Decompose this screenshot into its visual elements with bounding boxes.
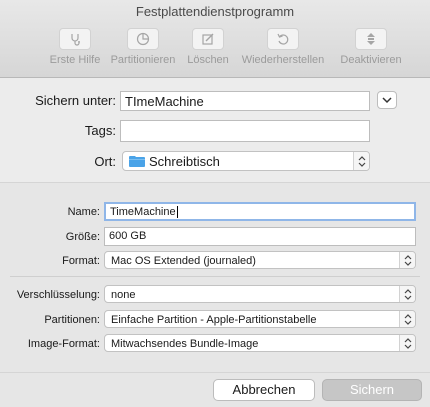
partitions-label: Partitionen: xyxy=(44,314,100,326)
toolbar-label: Wiederherstellen xyxy=(241,54,325,66)
toolbar-label: Erste Hilfe xyxy=(49,54,101,66)
toolbar-label: Partitionieren xyxy=(110,54,176,66)
save-as-value: TImeMachine xyxy=(125,94,204,109)
image-format-label: Image-Format: xyxy=(27,338,100,350)
size-value: 600 GB xyxy=(109,230,147,242)
toolbar-label: Löschen xyxy=(187,54,229,66)
window-title: Festplattendienstprogramm xyxy=(135,4,295,19)
expand-panel-button[interactable] xyxy=(377,91,397,109)
location-popup[interactable]: Schreibtisch xyxy=(122,151,370,171)
name-value: TimeMachine xyxy=(110,206,176,218)
size-label: Größe: xyxy=(65,231,100,243)
footer-separator xyxy=(0,372,430,373)
folder-icon xyxy=(129,155,145,170)
name-input[interactable]: TimeMachine xyxy=(104,202,416,221)
restore-icon xyxy=(277,33,289,45)
toolbar-unmount[interactable]: Deaktivieren xyxy=(335,28,407,70)
erase-button[interactable] xyxy=(192,28,224,50)
image-format-popup[interactable]: Mitwachsendes Bundle-Image xyxy=(104,334,416,352)
toolbar-restore[interactable]: Wiederherstellen xyxy=(237,28,329,70)
image-format-value: Mitwachsendes Bundle-Image xyxy=(111,338,259,350)
unmount-button[interactable] xyxy=(355,28,387,50)
first-aid-button[interactable] xyxy=(59,28,91,50)
text-caret xyxy=(176,206,178,219)
format-value: Mac OS Extended (journaled) xyxy=(111,255,256,267)
partition-button[interactable] xyxy=(127,28,159,50)
toolbar-first-aid[interactable]: Erste Hilfe xyxy=(45,28,105,70)
save-as-input[interactable]: TImeMachine xyxy=(120,91,370,111)
popup-arrows-icon xyxy=(399,286,415,302)
format-popup[interactable]: Mac OS Extended (journaled) xyxy=(104,251,416,269)
save-button[interactable]: Sichern xyxy=(322,379,422,401)
name-label: Name: xyxy=(67,206,100,218)
chevron-down-icon xyxy=(382,96,392,103)
tags-label: Tags: xyxy=(84,123,116,138)
popup-arrows-icon xyxy=(353,152,369,170)
window-titlebar: Festplattendienstprogramm Erste Hilfe Pa… xyxy=(0,0,430,78)
toolbar-partition[interactable]: Partitionieren xyxy=(106,28,180,70)
location-label: Ort: xyxy=(94,154,116,169)
pie-chart-icon xyxy=(136,32,150,46)
toolbar-erase[interactable]: Löschen xyxy=(183,28,233,70)
popup-arrows-icon xyxy=(399,335,415,351)
unmount-icon xyxy=(367,33,375,45)
stethoscope-icon xyxy=(71,34,80,46)
erase-icon xyxy=(202,33,214,45)
encryption-value: none xyxy=(111,289,136,301)
popup-arrows-icon xyxy=(399,252,415,268)
location-value: Schreibtisch xyxy=(149,154,220,169)
options-divider xyxy=(10,276,420,277)
format-label: Format: xyxy=(62,255,100,267)
partitions-popup[interactable]: Einfache Partition - Apple-Partitionstab… xyxy=(104,310,416,328)
popup-arrows-icon xyxy=(399,311,415,327)
size-input[interactable]: 600 GB xyxy=(104,227,416,246)
restore-button[interactable] xyxy=(267,28,299,50)
cancel-button[interactable]: Abbrechen xyxy=(213,379,315,401)
save-as-label: Sichern unter: xyxy=(35,93,116,108)
encryption-popup[interactable]: none xyxy=(104,285,416,303)
tags-input[interactable] xyxy=(120,120,370,142)
partitions-value: Einfache Partition - Apple-Partitionstab… xyxy=(111,314,317,326)
toolbar-label: Deaktivieren xyxy=(340,54,402,66)
encryption-label: Verschlüsselung: xyxy=(16,289,100,301)
